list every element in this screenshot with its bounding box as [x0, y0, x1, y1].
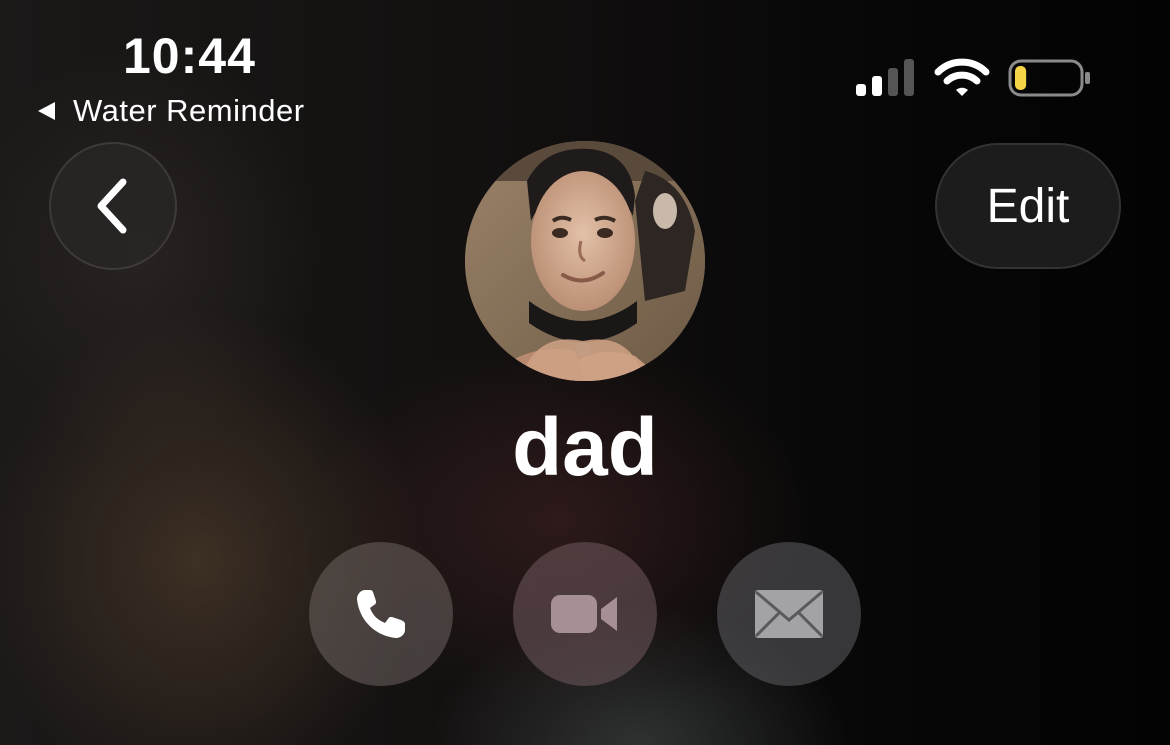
contact-photo — [465, 141, 705, 381]
back-button[interactable] — [49, 142, 177, 270]
video-call-button[interactable] — [513, 542, 657, 686]
video-camera-icon — [551, 595, 617, 633]
back-triangle-icon — [38, 102, 55, 120]
back-app-label: Water Reminder — [73, 93, 305, 128]
phone-icon — [357, 590, 405, 638]
back-to-app-link[interactable]: Water Reminder — [38, 93, 305, 128]
battery-icon — [1008, 59, 1090, 97]
contact-screen: 10:44 Water Reminder Edit dad — [0, 0, 1170, 745]
contact-name: dad — [512, 402, 658, 493]
contact-avatar[interactable] — [465, 141, 705, 381]
mail-icon — [754, 590, 824, 638]
wifi-icon — [934, 58, 990, 96]
chevron-left-icon — [97, 178, 127, 234]
status-time: 10:44 — [123, 28, 256, 84]
message-button[interactable] — [717, 542, 861, 686]
call-button[interactable] — [309, 542, 453, 686]
cellular-signal-icon — [856, 59, 914, 96]
edit-button[interactable]: Edit — [935, 143, 1121, 269]
